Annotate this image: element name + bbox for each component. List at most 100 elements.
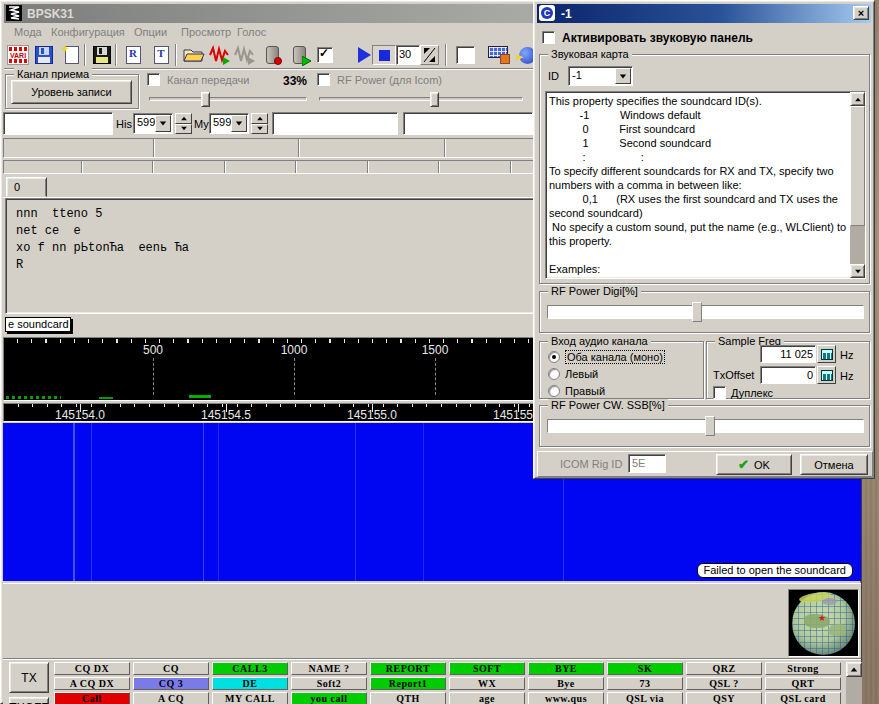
activate-sound-panel-checkbox[interactable] — [542, 31, 555, 44]
macro-button-www-qus[interactable]: www.qus — [528, 692, 604, 704]
cancel-button[interactable]: Отмена — [800, 454, 868, 475]
radio-both-channels[interactable]: Оба канала (моно) — [548, 350, 665, 364]
icom-rig-id-input[interactable]: 5E — [628, 454, 666, 473]
tx-window-icon[interactable]: T — [149, 44, 173, 66]
macro-button-cq-3[interactable]: CQ 3 — [133, 677, 209, 690]
duplex-checkbox[interactable] — [713, 386, 726, 399]
soundcard-dialog: C -1 × Активировать звуковую панель Звук… — [533, 0, 875, 479]
rx-window-icon[interactable]: R — [121, 44, 145, 66]
record-level-button[interactable]: Уровень записи — [11, 80, 132, 104]
name-input[interactable] — [272, 112, 398, 135]
save-icon[interactable] — [32, 44, 56, 66]
macro-button-qsl-[interactable]: QSL ? — [686, 677, 762, 690]
macro-button-qth[interactable]: QTH — [370, 692, 446, 704]
macro-button-bye[interactable]: Bye — [528, 677, 604, 690]
macro-button-call[interactable]: Call — [54, 692, 130, 704]
soundcard-tooltip-fragment: e soundcard — [5, 317, 71, 332]
macro-button-bye[interactable]: BYE — [528, 662, 604, 675]
rf-cw-slider-thumb[interactable] — [705, 416, 715, 436]
scroll-up-button[interactable] — [846, 662, 862, 677]
help-scroll-up[interactable] — [850, 92, 865, 106]
macro-button-soft[interactable]: SOFT — [449, 662, 525, 675]
record-device-icon[interactable] — [260, 44, 284, 66]
rx-tab-0[interactable]: 0 — [6, 177, 47, 197]
macro-button-name-[interactable]: NAME ? — [291, 662, 367, 675]
soundcard-id-dropdown[interactable] — [615, 68, 631, 84]
new-document-icon[interactable]: ✦ — [60, 44, 84, 66]
macro-button-call3[interactable]: CALL3 — [212, 662, 288, 675]
macro-button-qsy[interactable]: QSY — [686, 692, 762, 704]
vari-mode-button[interactable]: VARI — [6, 44, 30, 66]
save-log-icon[interactable] — [90, 44, 114, 66]
macro-button-cq[interactable]: CQ — [133, 662, 209, 675]
menu-item-5[interactable]: Голос — [237, 26, 266, 38]
txoffset-calc-button[interactable] — [817, 366, 836, 384]
tx-delay-spinner[interactable] — [420, 45, 439, 65]
his-rst-spinner[interactable] — [175, 113, 192, 134]
qth-input[interactable] — [403, 112, 533, 135]
macro-button-qsl-via[interactable]: QSL via — [607, 692, 683, 704]
macro-button-sk[interactable]: SK — [607, 662, 683, 675]
help-scrollbar[interactable] — [850, 92, 865, 278]
tx-delay-input[interactable]: 30 — [396, 45, 420, 65]
dialog-close-button[interactable]: × — [853, 6, 869, 20]
app-icon[interactable] — [6, 5, 22, 21]
macro-button-qsl-card[interactable]: QSL card — [765, 692, 841, 704]
macro-button-qrt[interactable]: QRT — [765, 677, 841, 690]
rf-digi-slider-track[interactable] — [547, 305, 864, 319]
record-wave-icon[interactable] — [208, 44, 232, 66]
macro-button-a-cq[interactable]: A CQ — [133, 692, 209, 704]
tx-channel-checkbox[interactable] — [147, 73, 160, 86]
help-scroll-down[interactable] — [850, 264, 865, 278]
callsign-input[interactable] — [3, 112, 113, 135]
rf-digi-slider-thumb[interactable] — [692, 302, 702, 322]
macro-button-wx[interactable]: WX — [449, 677, 525, 690]
rf-power-checkbox[interactable] — [317, 73, 330, 86]
my-rst-spinner[interactable] — [251, 113, 268, 134]
tx-level-slider-thumb[interactable] — [201, 92, 210, 107]
sample-freq-hz: Hz — [840, 349, 853, 361]
menu-item-1[interactable]: Мода — [14, 26, 42, 38]
tx-button[interactable]: TX — [9, 662, 49, 693]
macro-button-73[interactable]: 73 — [607, 677, 683, 690]
macro-button-you-call[interactable]: you call — [291, 692, 367, 704]
macro-button-my-call[interactable]: MY CALL — [212, 692, 288, 704]
tx-percent-label: 33% — [283, 74, 307, 88]
rf-power-slider[interactable] — [319, 97, 523, 101]
playback-device-icon[interactable] — [287, 44, 311, 66]
his-rst-dropdown[interactable] — [155, 115, 171, 132]
his-rst-combo[interactable]: 599 — [133, 113, 173, 134]
macro-button-de[interactable]: DE — [212, 677, 288, 690]
sample-freq-input[interactable]: 11 025 — [760, 345, 816, 363]
macro-button-report1[interactable]: Report1 — [370, 677, 446, 690]
rf-power-slider-thumb[interactable] — [430, 92, 439, 107]
macro-button-soft2[interactable]: Soft2 — [291, 677, 367, 690]
macro-button-a-cq-dx[interactable]: A CQ DX — [54, 677, 130, 690]
macro-button-report[interactable]: REPORT — [370, 662, 446, 675]
menu-item-4[interactable]: Просмотр — [181, 26, 231, 38]
macro-button-age[interactable]: age — [449, 692, 525, 704]
radio-right-channel[interactable]: Правый — [548, 385, 605, 397]
tx-stop-button[interactable] — [372, 45, 396, 65]
my-rst-dropdown[interactable] — [231, 115, 247, 132]
ok-button[interactable]: ✔ OK — [716, 454, 792, 475]
open-folder-icon[interactable] — [182, 44, 206, 66]
macro-scrollbar[interactable] — [846, 662, 862, 704]
radio-left-channel[interactable]: Левый — [548, 368, 598, 380]
menu-item-3[interactable]: Опции — [134, 26, 167, 38]
macro-button-strong[interactable]: Strong — [765, 662, 841, 675]
macro-button-cq-dx[interactable]: CQ DX — [54, 662, 130, 675]
txoffset-input[interactable]: 0 — [760, 366, 816, 384]
dialog-title-bar[interactable]: C -1 × — [537, 4, 871, 23]
tx-level-slider[interactable] — [149, 97, 307, 101]
macro-button-qrz[interactable]: QRZ — [686, 662, 762, 675]
sample-freq-calc-button[interactable] — [817, 345, 836, 363]
keyboard-save-icon[interactable] — [486, 44, 510, 66]
txoff-button[interactable]: TXOFF — [9, 697, 49, 704]
soundcard-help-box[interactable]: This property specifies the soundcard ID… — [545, 91, 866, 279]
my-rst-combo[interactable]: 599 — [209, 113, 249, 134]
option-checkbox-unchecked[interactable] — [456, 46, 475, 64]
menu-item-2[interactable]: Конфигурация — [51, 26, 125, 38]
af-checkbox-checked[interactable]: ✓ — [317, 47, 333, 63]
soundcard-id-combo[interactable]: -1 — [568, 66, 633, 86]
